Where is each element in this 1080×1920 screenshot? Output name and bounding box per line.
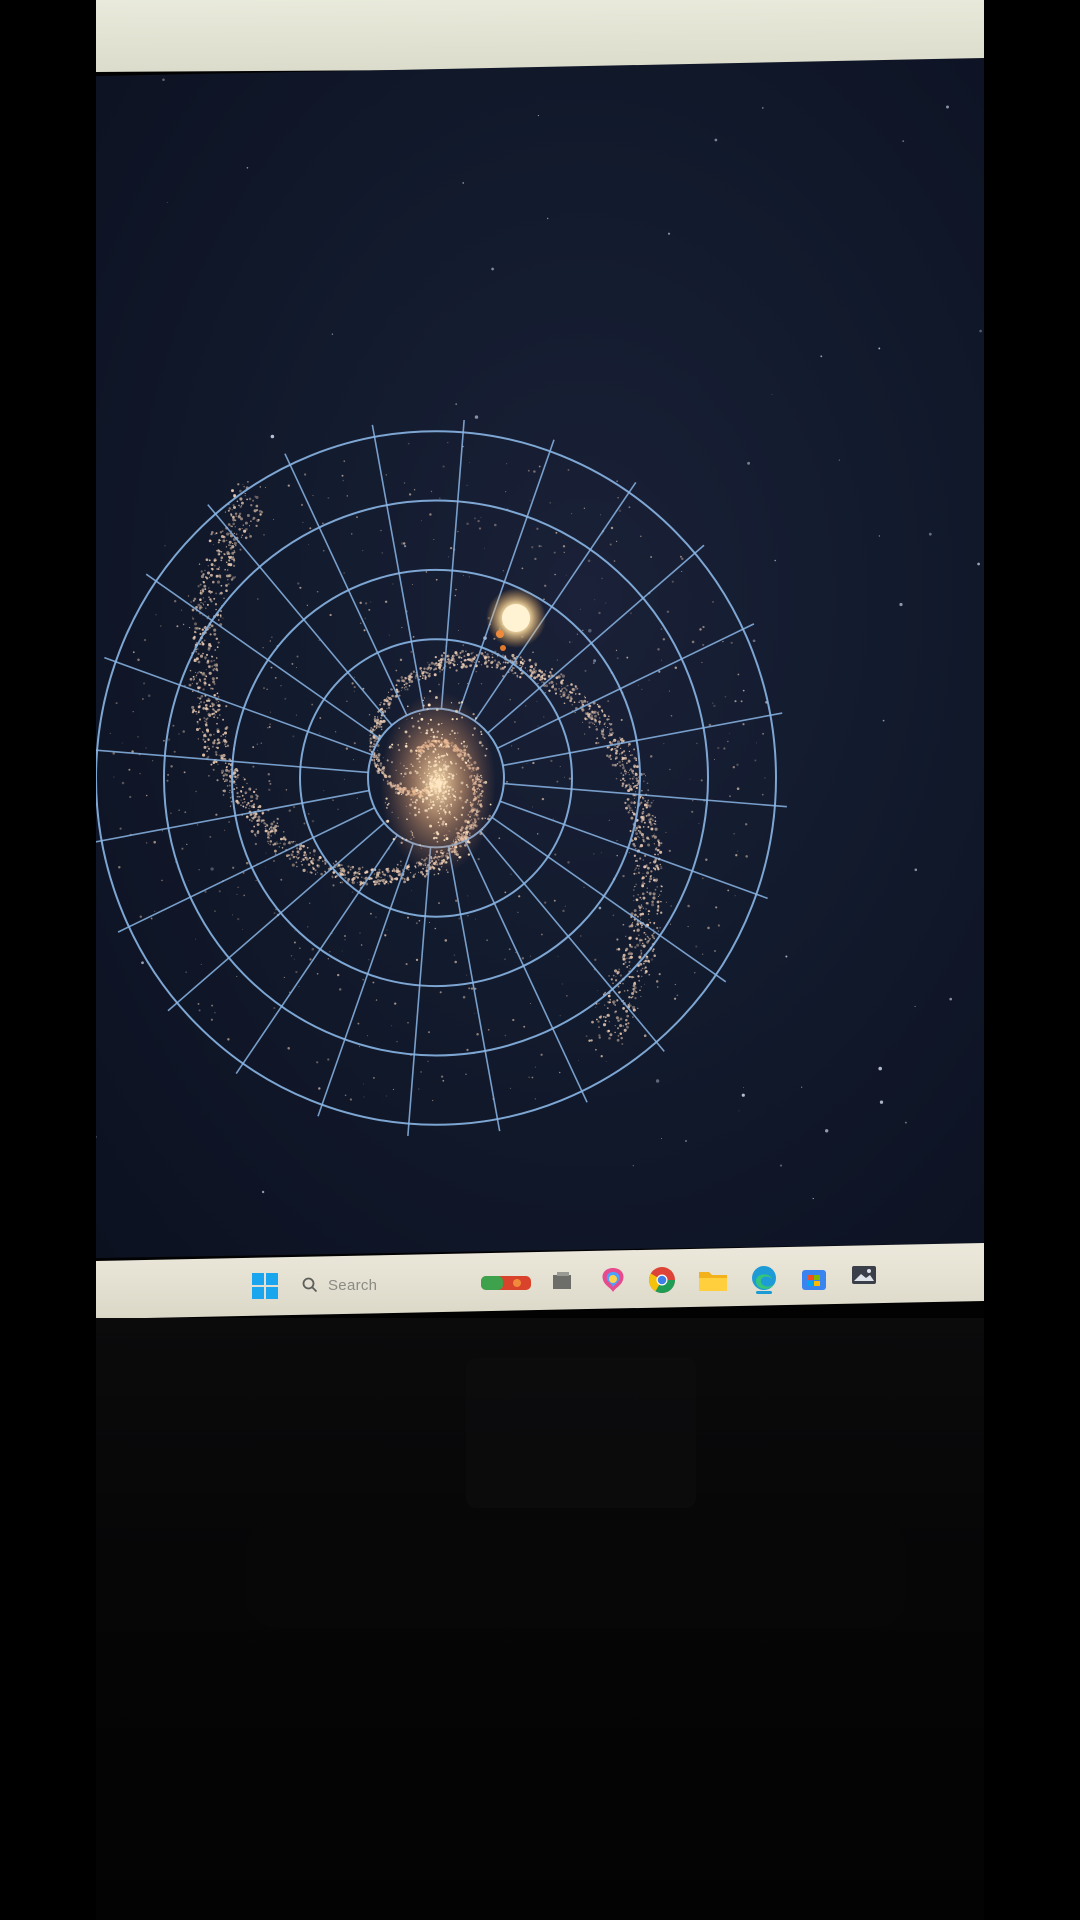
chrome-icon[interactable] — [645, 1263, 679, 1297]
sun-marker[interactable] — [486, 588, 546, 651]
copilot-icon[interactable] — [596, 1263, 630, 1297]
photo-of-monitor: Search — [0, 0, 1080, 1920]
widgets-icon[interactable] — [478, 1265, 534, 1301]
task-view-icon[interactable] — [548, 1267, 576, 1295]
monitor-bezel-right — [984, 0, 1080, 1920]
store-icon[interactable] — [797, 1263, 831, 1295]
galactic-core — [380, 690, 496, 876]
windows-logo-icon — [252, 1273, 278, 1299]
start-button[interactable] — [248, 1269, 282, 1303]
edge-icon[interactable] — [747, 1261, 781, 1297]
reflection-chair — [466, 1358, 696, 1508]
search-placeholder: Search — [328, 1276, 378, 1294]
search-icon — [302, 1277, 318, 1293]
file-explorer-icon[interactable] — [696, 1263, 730, 1297]
galaxy-canvas[interactable] — [96, 58, 984, 1258]
monitor-bezel-left — [0, 0, 96, 1920]
screen — [96, 58, 984, 1258]
room-below-monitor — [96, 1318, 984, 1920]
taskbar-search-box[interactable]: Search — [296, 1267, 472, 1303]
reflection-desk — [246, 1518, 906, 1628]
background-stars — [96, 78, 982, 1200]
photos-icon[interactable] — [847, 1259, 881, 1291]
